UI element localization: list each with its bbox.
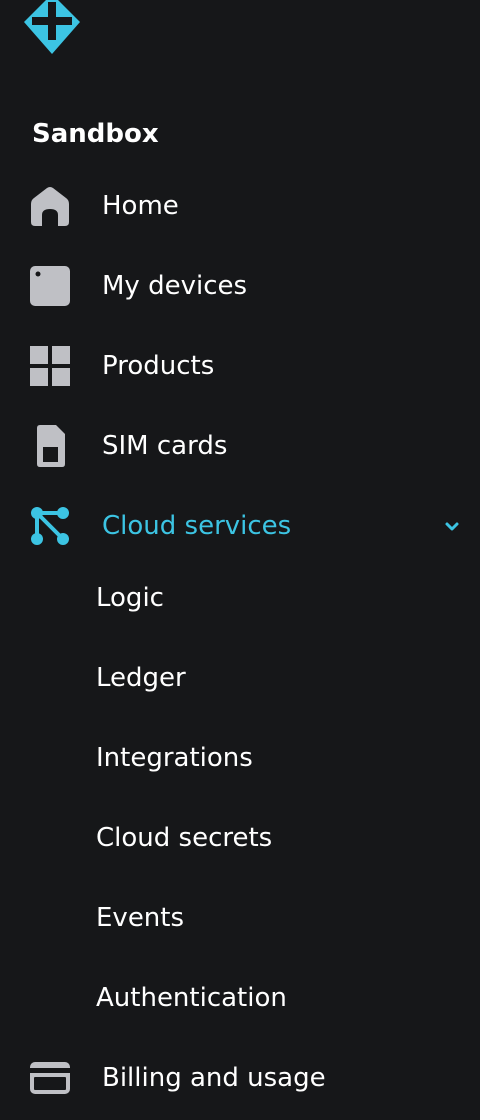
subnav-item-label: Cloud secrets [96, 823, 273, 853]
subnav-item-events[interactable]: Events [0, 886, 480, 950]
subnav-item-label: Authentication [96, 983, 287, 1013]
sidebar-item-home[interactable]: Home [0, 174, 480, 238]
sidebar-item-cloud-services[interactable]: Cloud services [0, 494, 480, 558]
sidebar-item-label: Billing and usage [102, 1063, 326, 1093]
cloud-services-icon [28, 504, 72, 548]
credit-card-icon [28, 1056, 72, 1100]
subnav-item-ledger[interactable]: Ledger [0, 646, 480, 710]
sidebar-item-my-devices[interactable]: My devices [0, 254, 480, 318]
device-icon [28, 264, 72, 308]
subnav-item-label: Integrations [96, 743, 253, 773]
logo-icon [24, 0, 80, 54]
sidebar-item-billing-and-usage[interactable]: Billing and usage [0, 1046, 480, 1110]
sidebar-item-label: Cloud services [102, 511, 292, 541]
grid-icon [28, 344, 72, 388]
subnav-item-logic[interactable]: Logic [0, 566, 480, 630]
home-icon [28, 184, 72, 228]
subnav-item-integrations[interactable]: Integrations [0, 726, 480, 790]
sidebar-item-products[interactable]: Products [0, 334, 480, 398]
sidebar-item-label: My devices [102, 271, 248, 301]
subnav-item-label: Logic [96, 583, 164, 613]
chevron-down-icon[interactable] [440, 514, 464, 538]
subnav-item-authentication[interactable]: Authentication [0, 966, 480, 1030]
sidebar-item-label: Home [102, 191, 179, 221]
sidebar-item-label: Products [102, 351, 215, 381]
subnav-item-label: Ledger [96, 663, 186, 693]
sim-card-icon [28, 424, 72, 468]
subnav-item-label: Events [96, 903, 185, 933]
workspace-title: Sandbox [32, 119, 159, 149]
subnav-item-cloud-secrets[interactable]: Cloud secrets [0, 806, 480, 870]
sidebar-item-sim-cards[interactable]: SIM cards [0, 414, 480, 478]
brand-logo[interactable] [22, 0, 82, 56]
sidebar-item-label: SIM cards [102, 431, 228, 461]
